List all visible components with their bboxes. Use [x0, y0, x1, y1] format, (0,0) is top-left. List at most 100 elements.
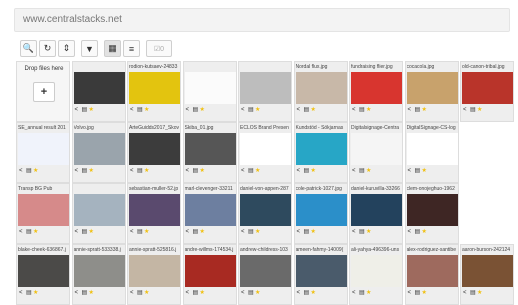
- file-thumbnail[interactable]: [351, 255, 402, 287]
- file-tile[interactable]: aaron-burson-242124 < ▤ ★: [460, 244, 514, 305]
- file-tile[interactable]: Digitalsignage-Centra < ▤ ★: [349, 122, 403, 183]
- file-thumbnail[interactable]: [184, 194, 236, 226]
- file-thumbnail[interactable]: [129, 72, 180, 104]
- star-icon[interactable]: ★: [33, 290, 39, 296]
- file-tile[interactable]: < ▤ ★: [182, 61, 237, 122]
- star-icon[interactable]: ★: [89, 107, 95, 113]
- file-icon[interactable]: ▤: [470, 290, 476, 296]
- file-icon[interactable]: ▤: [304, 168, 310, 174]
- file-icon[interactable]: ▤: [359, 229, 365, 235]
- share-icon[interactable]: <: [186, 168, 192, 174]
- share-icon[interactable]: <: [75, 229, 81, 235]
- share-icon[interactable]: <: [130, 168, 136, 174]
- file-tile[interactable]: sebastian-muller-52.jp < ▤ ★: [127, 183, 181, 244]
- share-icon[interactable]: <: [19, 168, 25, 174]
- star-icon[interactable]: ★: [366, 290, 372, 296]
- select-count-button[interactable]: ☑0: [146, 40, 172, 57]
- file-thumbnail[interactable]: [184, 255, 236, 287]
- star-icon[interactable]: ★: [33, 229, 39, 235]
- file-thumbnail[interactable]: [18, 255, 69, 287]
- file-icon[interactable]: ▤: [193, 229, 199, 235]
- file-icon[interactable]: ▤: [137, 107, 143, 113]
- share-icon[interactable]: <: [352, 168, 358, 174]
- file-thumbnail[interactable]: [129, 194, 180, 226]
- star-icon[interactable]: ★: [33, 168, 39, 174]
- file-icon[interactable]: ▤: [26, 290, 32, 296]
- share-icon[interactable]: <: [186, 229, 192, 235]
- file-thumbnail[interactable]: [351, 72, 402, 104]
- file-icon[interactable]: ▤: [248, 168, 254, 174]
- file-icon[interactable]: ▤: [26, 229, 32, 235]
- file-icon[interactable]: ▤: [359, 107, 365, 113]
- grid-view-button[interactable]: ▦: [104, 40, 121, 57]
- star-icon[interactable]: ★: [255, 107, 261, 113]
- star-icon[interactable]: ★: [144, 107, 150, 113]
- star-icon[interactable]: ★: [477, 107, 483, 113]
- file-tile[interactable]: daniel-von-appen-287 < ▤ ★: [238, 183, 292, 244]
- file-thumbnail[interactable]: [351, 133, 402, 165]
- file-thumbnail[interactable]: [240, 72, 291, 104]
- file-tile[interactable]: Volvo.jpg < ▤ ★: [71, 122, 126, 183]
- file-thumbnail[interactable]: [240, 194, 291, 226]
- star-icon[interactable]: ★: [144, 168, 150, 174]
- star-icon[interactable]: ★: [255, 290, 261, 296]
- share-icon[interactable]: <: [408, 229, 414, 235]
- star-icon[interactable]: ★: [366, 107, 372, 113]
- file-icon[interactable]: ▤: [193, 107, 199, 113]
- share-icon[interactable]: <: [75, 107, 81, 113]
- file-icon[interactable]: ▤: [304, 107, 310, 113]
- share-icon[interactable]: <: [352, 290, 358, 296]
- file-thumbnail[interactable]: [73, 133, 125, 165]
- share-icon[interactable]: <: [297, 290, 303, 296]
- star-icon[interactable]: ★: [255, 229, 261, 235]
- file-tile[interactable]: annie-spratt-533338.j < ▤ ★: [71, 244, 126, 305]
- file-thumbnail[interactable]: [462, 255, 513, 287]
- file-icon[interactable]: ▤: [26, 168, 32, 174]
- star-icon[interactable]: ★: [89, 168, 95, 174]
- star-icon[interactable]: ★: [89, 229, 95, 235]
- file-icon[interactable]: ▤: [415, 107, 421, 113]
- star-icon[interactable]: ★: [366, 168, 372, 174]
- file-tile[interactable]: rodion-kutsaev-24833 < ▤ ★: [127, 61, 181, 122]
- share-icon[interactable]: <: [463, 107, 469, 113]
- star-icon[interactable]: ★: [366, 229, 372, 235]
- share-icon[interactable]: <: [241, 229, 247, 235]
- share-icon[interactable]: <: [75, 168, 81, 174]
- file-tile[interactable]: fundraising flier.jpg < ▤ ★: [349, 61, 403, 122]
- file-icon[interactable]: ▤: [415, 168, 421, 174]
- file-icon[interactable]: ▤: [137, 229, 143, 235]
- file-thumbnail[interactable]: [406, 194, 458, 226]
- file-tile[interactable]: cole-patrick-1027.jpg < ▤ ★: [293, 183, 348, 244]
- share-icon[interactable]: <: [352, 107, 358, 113]
- file-thumbnail[interactable]: [73, 72, 125, 104]
- file-tile[interactable]: blake-cheek-636867.j < ▤ ★: [16, 244, 70, 305]
- file-icon[interactable]: ▤: [137, 290, 143, 296]
- share-icon[interactable]: <: [130, 229, 136, 235]
- file-tile[interactable]: ArteGuidds2017_Skov < ▤ ★: [127, 122, 181, 183]
- star-icon[interactable]: ★: [255, 168, 261, 174]
- share-icon[interactable]: <: [297, 229, 303, 235]
- file-tile[interactable]: SE_annual result 201 < ▤ ★: [16, 122, 70, 183]
- file-icon[interactable]: ▤: [82, 168, 88, 174]
- share-icon[interactable]: <: [408, 290, 414, 296]
- search-button[interactable]: 🔍: [20, 40, 37, 57]
- star-icon[interactable]: ★: [144, 229, 150, 235]
- file-tile[interactable]: < ▤ ★: [238, 61, 292, 122]
- star-icon[interactable]: ★: [200, 168, 206, 174]
- list-view-button[interactable]: ≡: [123, 40, 140, 57]
- file-thumbnail[interactable]: [406, 133, 458, 165]
- sort-button[interactable]: ⇕: [58, 40, 75, 57]
- file-tile[interactable]: clem-onojeghuo-1962 < ▤ ★: [404, 183, 459, 244]
- file-icon[interactable]: ▤: [193, 168, 199, 174]
- file-icon[interactable]: ▤: [193, 290, 199, 296]
- share-icon[interactable]: <: [463, 290, 469, 296]
- share-icon[interactable]: <: [19, 290, 25, 296]
- share-icon[interactable]: <: [241, 168, 247, 174]
- file-tile[interactable]: < ▤ ★: [71, 183, 126, 244]
- file-tile[interactable]: cocacola.jpg < ▤ ★: [404, 61, 459, 122]
- share-icon[interactable]: <: [241, 107, 247, 113]
- file-tile[interactable]: andrew-childress-103 < ▤ ★: [238, 244, 292, 305]
- star-icon[interactable]: ★: [311, 107, 317, 113]
- star-icon[interactable]: ★: [422, 168, 428, 174]
- file-icon[interactable]: ▤: [470, 107, 476, 113]
